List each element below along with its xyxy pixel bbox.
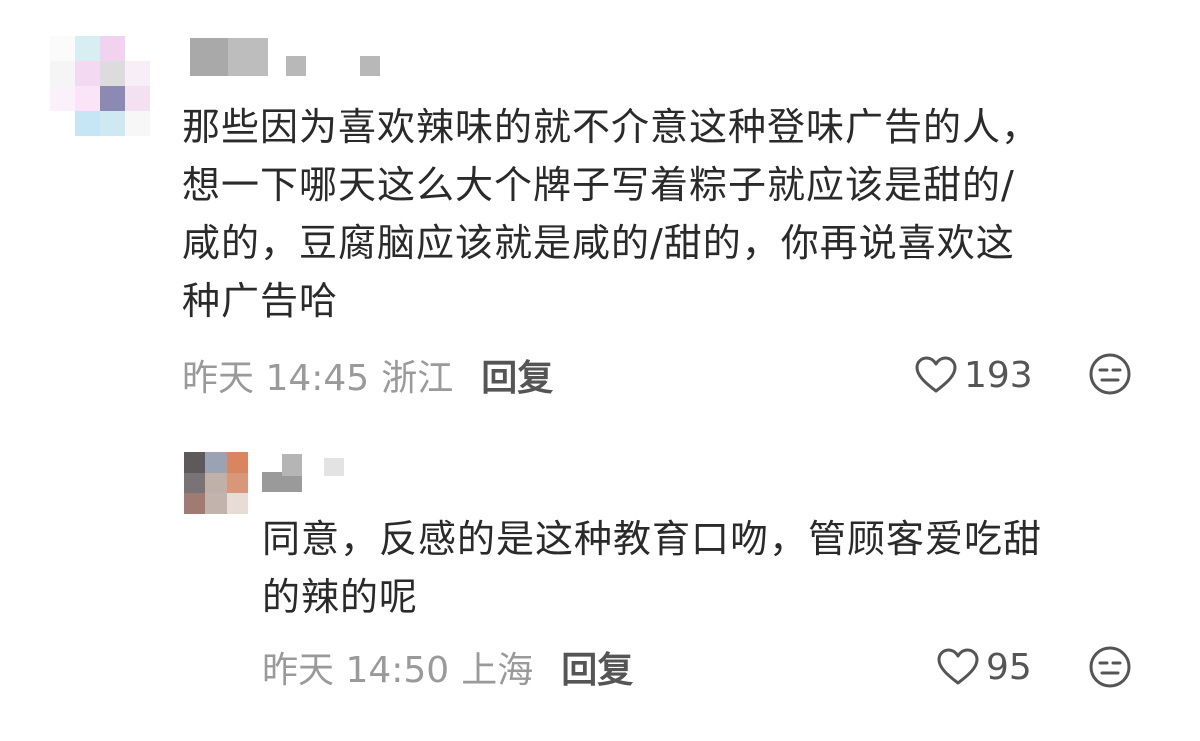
like-count: 193 — [964, 354, 1033, 396]
dislike-button[interactable] — [1088, 352, 1132, 400]
comment-line: 的辣的呢 — [262, 575, 419, 619]
comment-line: 想一下哪天这么大个牌子写着粽子就应该是甜的/ — [182, 163, 1015, 207]
location: 浙江 — [381, 358, 454, 399]
timestamp: 昨天 14:50 — [262, 650, 450, 691]
heart-outline-icon — [937, 648, 979, 685]
comment-line: 咸的，豆腐脑应该就是咸的/甜的，你再说喜欢这 — [182, 221, 1015, 265]
avatar[interactable] — [184, 452, 248, 514]
comment-text: 同意，反感的是这种教育口吻，管顾客爱吃甜 的辣的呢 — [262, 510, 1162, 626]
heart-outline-icon — [915, 356, 957, 393]
dislike-button[interactable] — [1088, 645, 1132, 693]
comment-meta: 昨天 14:45 浙江 回复 — [182, 350, 553, 400]
like-button[interactable]: 193 — [914, 350, 1033, 400]
reply-button[interactable]: 回复 — [561, 641, 633, 693]
like-button[interactable]: 95 — [936, 642, 1032, 692]
comment-line: 同意，反感的是这种教育口吻，管顾客爱吃甜 — [262, 517, 1043, 561]
location: 上海 — [461, 650, 534, 691]
comment-text: 那些因为喜欢辣味的就不介意这种登味广告的人， 想一下哪天这么大个牌子写着粽子就应… — [182, 98, 1162, 330]
meh-face-icon — [1089, 646, 1131, 688]
timestamp: 昨天 14:45 — [182, 358, 370, 399]
avatar[interactable] — [50, 36, 150, 136]
comment-meta: 昨天 14:50 上海 回复 — [262, 642, 633, 692]
username[interactable] — [262, 454, 362, 494]
meh-face-icon — [1089, 353, 1131, 395]
reply-button[interactable]: 回复 — [481, 349, 553, 401]
like-count: 95 — [986, 646, 1032, 688]
comment-line: 种广告哈 — [182, 279, 339, 323]
username[interactable] — [190, 38, 390, 78]
comment-line: 那些因为喜欢辣味的就不介意这种登味广告的人， — [182, 105, 1041, 149]
